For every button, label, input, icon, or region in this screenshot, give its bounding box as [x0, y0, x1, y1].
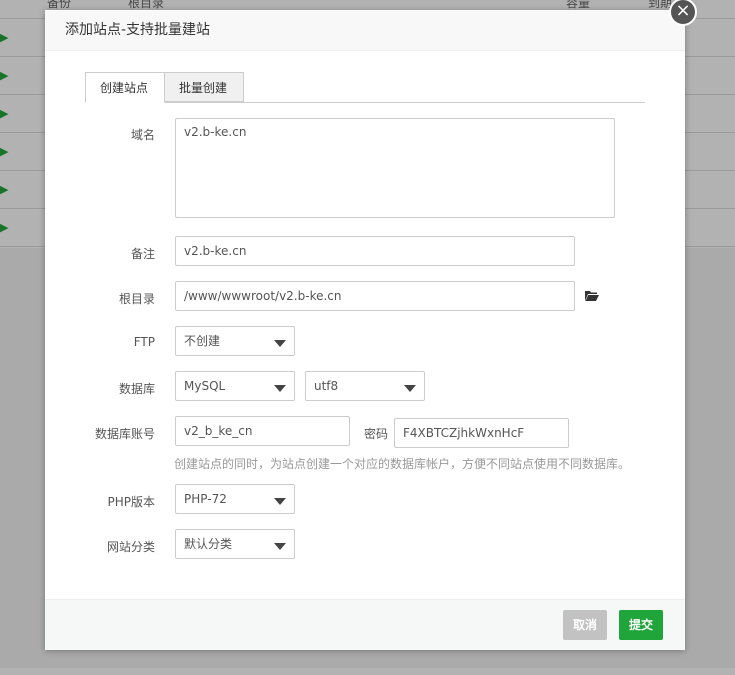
- chevron-down-icon: [404, 385, 416, 392]
- database-type-select[interactable]: MySQL: [175, 371, 295, 401]
- db-account-label: 数据库账号: [94, 427, 155, 441]
- dialog-title: 添加站点-支持批量建站: [45, 10, 685, 51]
- add-site-dialog: 添加站点-支持批量建站 创建站点 批量创建 域名 v2.b-ke.cn 备注 v…: [45, 10, 685, 650]
- chevron-down-icon: [274, 385, 286, 392]
- dialog-footer: 取消 提交: [45, 599, 685, 650]
- database-label: 数据库: [118, 382, 155, 396]
- ftp-label: FTP: [133, 335, 155, 349]
- php-version-value: PHP-72: [184, 492, 227, 506]
- chevron-down-icon: [274, 340, 286, 347]
- category-label: 网站分类: [106, 540, 155, 554]
- domain-label: 域名: [130, 128, 155, 142]
- chevron-down-icon: [274, 498, 286, 505]
- db-password-label: 密码: [363, 427, 388, 441]
- category-select[interactable]: 默认分类: [175, 529, 295, 559]
- php-version-select[interactable]: PHP-72: [175, 484, 295, 514]
- ftp-select[interactable]: 不创建: [175, 326, 295, 356]
- root-dir-input[interactable]: /www/wwwroot/v2.b-ke.cn: [175, 281, 575, 311]
- root-dir-label: 根目录: [118, 292, 155, 306]
- category-value: 默认分类: [184, 537, 233, 551]
- cancel-button[interactable]: 取消: [563, 610, 608, 640]
- remark-input[interactable]: v2.b-ke.cn: [175, 236, 575, 266]
- database-charset-select[interactable]: utf8: [305, 371, 425, 401]
- php-version-label: PHP版本: [107, 495, 156, 509]
- db-password-input[interactable]: F4XBTCZjhkWxnHcF: [394, 418, 569, 448]
- folder-open-icon[interactable]: [585, 290, 599, 302]
- domain-textarea[interactable]: v2.b-ke.cn: [175, 118, 615, 218]
- tab-batch-create[interactable]: 批量创建: [164, 72, 244, 102]
- tab-bar: 创建站点 批量创建: [85, 72, 645, 103]
- ftp-selected-value: 不创建: [184, 334, 221, 348]
- database-charset-value: utf8: [314, 379, 339, 393]
- remark-label: 备注: [130, 247, 155, 261]
- submit-button[interactable]: 提交: [619, 610, 664, 640]
- chevron-down-icon: [274, 543, 286, 550]
- db-help-text: 创建站点的同时，为站点创建一个对应的数据库帐户，方便不同站点使用不同数据库。: [174, 457, 631, 471]
- database-type-value: MySQL: [184, 379, 226, 393]
- tab-create-site[interactable]: 创建站点: [85, 72, 165, 103]
